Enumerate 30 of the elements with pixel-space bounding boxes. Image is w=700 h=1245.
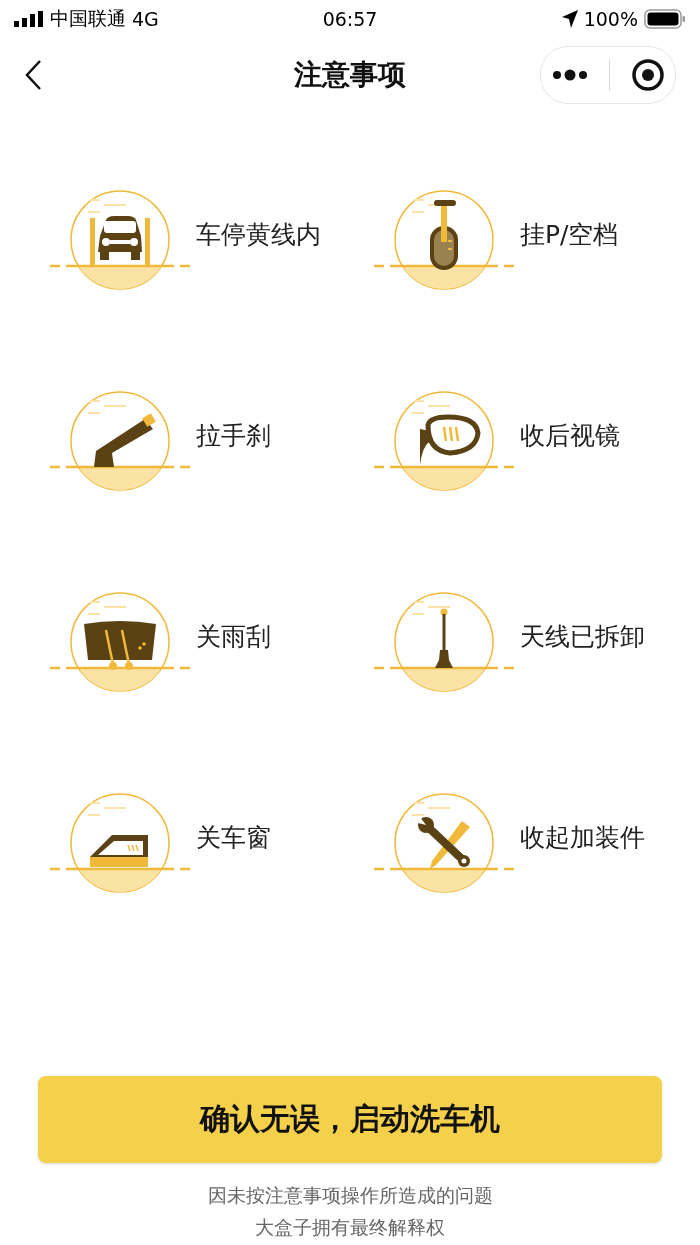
battery-percent: 100%: [583, 8, 638, 30]
disclaimer-text: 因未按注意事项操作所造成的问题: [207, 1183, 493, 1208]
gear-lever-icon: [374, 188, 514, 292]
signal-icon: [14, 11, 44, 27]
wrench-screwdriver-icon: [374, 791, 514, 895]
handbrake-icon: [50, 389, 190, 493]
carrier-name: 中国联通: [50, 6, 126, 31]
close-button[interactable]: [630, 58, 665, 92]
side-mirror-icon: [374, 389, 514, 493]
car-window-icon: [50, 791, 190, 895]
notice-label: 天线已拆卸: [520, 621, 645, 653]
battery-icon: [644, 9, 686, 29]
windshield-wiper-icon: [50, 590, 190, 694]
back-button[interactable]: [24, 59, 42, 91]
page-title: 注意事项: [294, 57, 406, 93]
clock-time: 06:57: [322, 8, 378, 30]
network-type: 4G: [132, 8, 159, 30]
more-button[interactable]: [551, 69, 588, 81]
car-on-lift-icon: [50, 188, 190, 292]
notice-label: 车停黄线内: [196, 219, 321, 251]
location-arrow-icon: [561, 10, 578, 28]
antenna-icon: [374, 590, 514, 694]
notice-label: 收起加装件: [520, 822, 645, 854]
notice-label: 拉手刹: [196, 420, 271, 452]
disclaimer-text: 大盒子拥有最终解释权: [255, 1215, 445, 1240]
notice-label: 关雨刮: [196, 621, 271, 653]
notice-label: 挂P/空档: [520, 219, 619, 251]
notice-label: 收后视镜: [520, 420, 620, 452]
notice-label: 关车窗: [196, 822, 271, 854]
confirm-button[interactable]: 确认无误，启动洗车机: [38, 1076, 662, 1163]
